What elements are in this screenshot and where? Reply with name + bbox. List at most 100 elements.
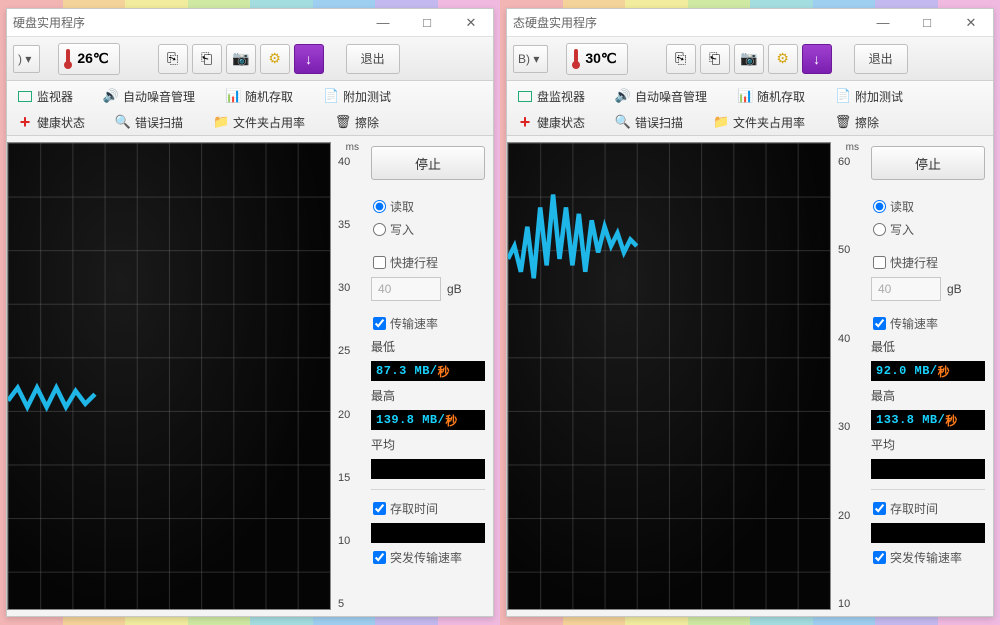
temperature-readout: 26℃ xyxy=(58,43,119,75)
y-axis: ms 403530252015105 xyxy=(335,136,363,616)
chart-icon xyxy=(737,88,753,104)
check-transfer[interactable]: 传输速率 xyxy=(371,315,485,332)
tab-noise[interactable]: 自动噪音管理 xyxy=(99,86,199,107)
plus-icon: + xyxy=(17,114,33,130)
monitor-icon xyxy=(517,88,533,104)
label-avg: 平均 xyxy=(871,436,985,453)
copy-icon[interactable]: ⎘ xyxy=(158,44,188,74)
maximize-button[interactable]: □ xyxy=(905,9,949,37)
secondary-toolbar: 监视器 自动噪音管理 随机存取 附加测试 +健康状态 错误扫描 文件夹占用率 擦… xyxy=(7,81,493,136)
check-transfer[interactable]: 传输速率 xyxy=(871,315,985,332)
check-burst[interactable]: 突发传输速率 xyxy=(871,549,985,566)
temperature-readout: 30℃ xyxy=(566,43,627,75)
readout-access xyxy=(371,523,485,543)
check-burst[interactable]: 突发传输速率 xyxy=(371,549,485,566)
paste-icon[interactable]: ⎗ xyxy=(700,44,730,74)
tab-folder-usage[interactable]: 文件夹占用率 xyxy=(209,112,309,133)
download-icon[interactable]: ↓ xyxy=(294,44,324,74)
label-min: 最低 xyxy=(371,338,485,355)
tab-random[interactable]: 随机存取 xyxy=(733,86,809,107)
radio-write[interactable]: 写入 xyxy=(371,221,485,238)
quick-value-input[interactable]: 40 xyxy=(371,277,441,301)
quick-value-input[interactable]: 40 xyxy=(871,277,941,301)
readout-avg xyxy=(371,459,485,479)
y-axis: ms 605040302010 xyxy=(835,136,863,616)
radio-read[interactable]: 读取 xyxy=(871,198,985,215)
readout-max: 139.8 MB/秒 xyxy=(371,410,485,430)
tab-folder-usage[interactable]: 文件夹占用率 xyxy=(709,112,809,133)
tab-wipe[interactable]: 擦除 xyxy=(831,112,883,133)
minimize-button[interactable]: — xyxy=(861,9,905,37)
drive-select[interactable]: B) ▾ xyxy=(513,45,548,73)
plus-icon: + xyxy=(517,114,533,130)
readout-min: 92.0 MB/秒 xyxy=(871,361,985,381)
tab-monitor[interactable]: 盘监视器 xyxy=(513,86,589,107)
access-time-chart xyxy=(507,142,831,610)
disk-utility-window-right: 态硬盘实用程序 — □ ✕ B) ▾ 30℃ ⎘ ⎗ 📷 ⚙ xyxy=(506,8,994,617)
waveform xyxy=(8,143,330,465)
folder-icon xyxy=(713,114,729,130)
stop-button[interactable]: 停止 xyxy=(371,146,485,180)
readout-min: 87.3 MB/秒 xyxy=(371,361,485,381)
radio-read[interactable]: 读取 xyxy=(371,198,485,215)
thermometer-icon xyxy=(65,49,71,69)
access-time-chart xyxy=(7,142,331,610)
doc-icon xyxy=(835,88,851,104)
tab-error-scan[interactable]: 错误扫描 xyxy=(111,112,187,133)
tab-error-scan[interactable]: 错误扫描 xyxy=(611,112,687,133)
camera-icon[interactable]: 📷 xyxy=(226,44,256,74)
exit-button[interactable]: 退出 xyxy=(346,44,400,74)
tab-wipe[interactable]: 擦除 xyxy=(331,112,383,133)
secondary-toolbar: 盘监视器 自动噪音管理 随机存取 附加测试 +健康状态 错误扫描 文件夹占用率 … xyxy=(507,81,993,136)
magnifier-icon xyxy=(115,114,131,130)
magnifier-icon xyxy=(615,114,631,130)
check-quick[interactable]: 快捷行程 xyxy=(871,254,985,271)
readout-access xyxy=(871,523,985,543)
camera-icon[interactable]: 📷 xyxy=(734,44,764,74)
label-min: 最低 xyxy=(871,338,985,355)
readout-avg xyxy=(871,459,985,479)
close-button[interactable]: ✕ xyxy=(949,9,993,37)
drive-select[interactable]: ) ▾ xyxy=(13,45,40,73)
monitor-icon xyxy=(17,88,33,104)
stop-button[interactable]: 停止 xyxy=(871,146,985,180)
maximize-button[interactable]: □ xyxy=(405,9,449,37)
side-panel: 停止 读取 写入 快捷行程 40 gB 传输速率 最低 87.3 MB/秒 最高 xyxy=(363,136,493,616)
window-title: 硬盘实用程序 xyxy=(13,14,85,31)
trash-icon xyxy=(335,114,351,130)
paste-icon[interactable]: ⎗ xyxy=(192,44,222,74)
primary-toolbar: B) ▾ 30℃ ⎘ ⎗ 📷 ⚙ ↓ 退出 xyxy=(507,37,993,81)
close-button[interactable]: ✕ xyxy=(449,9,493,37)
check-access[interactable]: 存取时间 xyxy=(871,500,985,517)
speaker-icon xyxy=(103,88,119,104)
gears-icon[interactable]: ⚙ xyxy=(260,44,290,74)
disk-utility-window-left: 硬盘实用程序 — □ ✕ ) ▾ 26℃ ⎘ ⎗ 📷 ⚙ xyxy=(6,8,494,617)
exit-button[interactable]: 退出 xyxy=(854,44,908,74)
download-icon[interactable]: ↓ xyxy=(802,44,832,74)
trash-icon xyxy=(835,114,851,130)
tab-extra[interactable]: 附加测试 xyxy=(319,86,395,107)
tab-health[interactable]: +健康状态 xyxy=(13,112,89,133)
minimize-button[interactable]: — xyxy=(361,9,405,37)
doc-icon xyxy=(323,88,339,104)
gears-icon[interactable]: ⚙ xyxy=(768,44,798,74)
check-quick[interactable]: 快捷行程 xyxy=(371,254,485,271)
speaker-icon xyxy=(615,88,631,104)
tab-health[interactable]: +健康状态 xyxy=(513,112,589,133)
copy-icon[interactable]: ⎘ xyxy=(666,44,696,74)
check-access[interactable]: 存取时间 xyxy=(371,500,485,517)
label-avg: 平均 xyxy=(371,436,485,453)
side-panel: 停止 读取 写入 快捷行程 40 gB 传输速率 最低 92.0 MB/秒 最高 xyxy=(863,136,993,616)
radio-write[interactable]: 写入 xyxy=(871,221,985,238)
tab-monitor[interactable]: 监视器 xyxy=(13,86,77,107)
waveform xyxy=(508,143,830,465)
tab-random[interactable]: 随机存取 xyxy=(221,86,297,107)
tab-extra[interactable]: 附加测试 xyxy=(831,86,907,107)
readout-max: 133.8 MB/秒 xyxy=(871,410,985,430)
chart-icon xyxy=(225,88,241,104)
folder-icon xyxy=(213,114,229,130)
primary-toolbar: ) ▾ 26℃ ⎘ ⎗ 📷 ⚙ ↓ 退出 xyxy=(7,37,493,81)
tab-noise[interactable]: 自动噪音管理 xyxy=(611,86,711,107)
label-max: 最高 xyxy=(371,387,485,404)
label-max: 最高 xyxy=(871,387,985,404)
